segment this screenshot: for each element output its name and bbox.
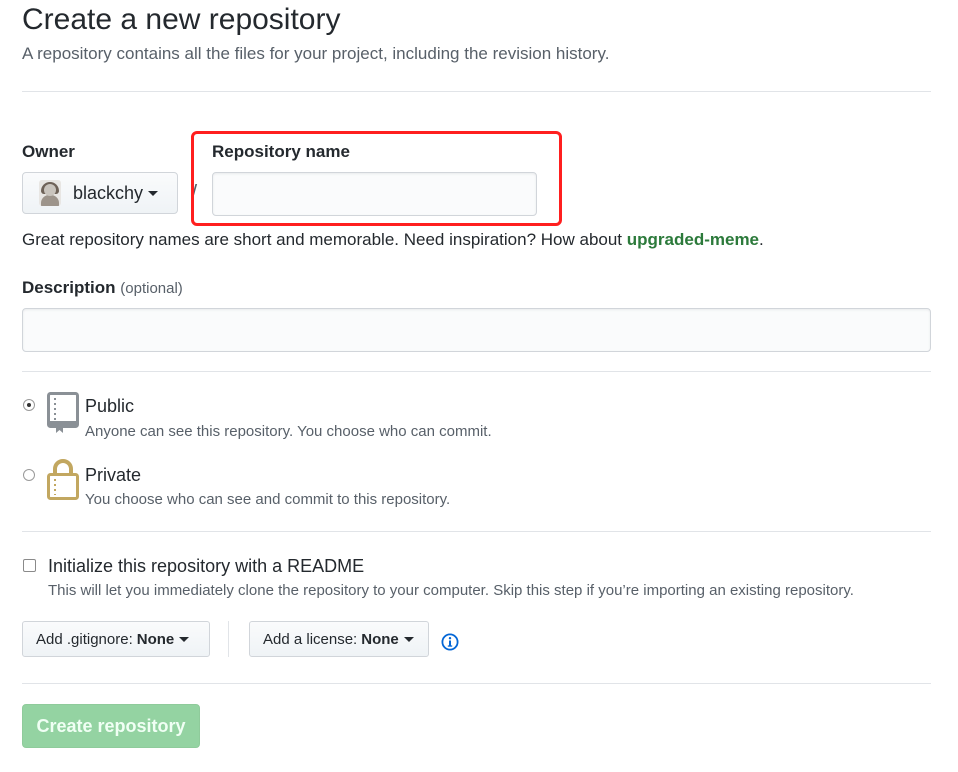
private-title: Private bbox=[85, 465, 142, 485]
caret-down-icon bbox=[179, 636, 190, 642]
readme-checkbox[interactable] bbox=[23, 559, 36, 572]
vertical-divider bbox=[228, 621, 229, 657]
hint-text: Great repository names are short and mem… bbox=[22, 230, 627, 249]
license-label: Add a license: bbox=[263, 630, 358, 648]
caret-down-icon bbox=[148, 190, 159, 196]
divider bbox=[22, 371, 931, 372]
license-dropdown[interactable]: Add a license: None bbox=[249, 621, 429, 657]
optional-tag: (optional) bbox=[120, 280, 183, 297]
owner-label: Owner bbox=[22, 142, 75, 161]
caret-down-icon bbox=[403, 636, 414, 642]
gitignore-dropdown[interactable]: Add .gitignore: None bbox=[22, 621, 210, 657]
public-title: Public bbox=[85, 396, 135, 416]
public-radio[interactable] bbox=[23, 399, 35, 411]
divider bbox=[22, 531, 931, 532]
page-subtitle: A repository contains all the files for … bbox=[22, 44, 610, 63]
info-icon[interactable] bbox=[441, 633, 459, 651]
repo-book-icon bbox=[47, 392, 79, 434]
page-title: Create a new repository bbox=[22, 3, 341, 36]
readme-description: This will let you immediately clone the … bbox=[48, 582, 854, 599]
gitignore-value: None bbox=[136, 630, 175, 648]
readme-title: Initialize this repository with a README bbox=[48, 556, 365, 576]
highlight-box bbox=[191, 131, 562, 226]
divider bbox=[22, 91, 931, 92]
private-description: You choose who can see and commit to thi… bbox=[85, 491, 451, 508]
create-repository-button[interactable]: Create repository bbox=[22, 704, 200, 748]
hint-end: . bbox=[759, 230, 764, 249]
repository-name-hint: Great repository names are short and mem… bbox=[22, 230, 764, 250]
name-suggestion-link[interactable]: upgraded-meme bbox=[627, 230, 759, 249]
description-input[interactable] bbox=[22, 308, 931, 352]
description-label-text: Description bbox=[22, 278, 116, 297]
owner-dropdown[interactable]: blackchy bbox=[22, 172, 178, 214]
avatar bbox=[39, 180, 61, 206]
public-description: Anyone can see this repository. You choo… bbox=[85, 423, 492, 440]
private-radio[interactable] bbox=[23, 469, 35, 481]
gitignore-label: Add .gitignore: bbox=[36, 630, 133, 648]
license-value: None bbox=[361, 630, 399, 648]
lock-icon bbox=[47, 459, 79, 501]
description-label: Description (optional) bbox=[22, 278, 183, 298]
divider bbox=[22, 683, 931, 684]
owner-name: blackchy bbox=[73, 182, 144, 203]
